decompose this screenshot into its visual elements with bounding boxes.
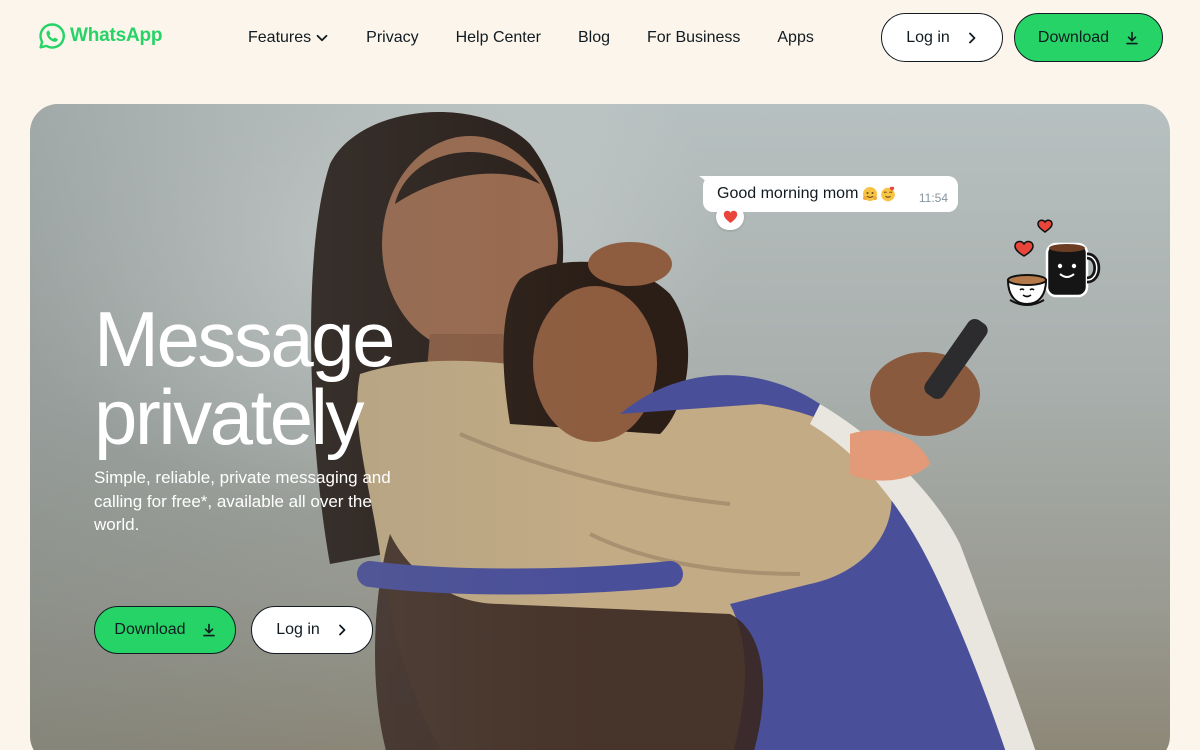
nav-item-label: Privacy xyxy=(366,29,419,46)
download-label: Download xyxy=(114,621,186,638)
download-icon xyxy=(202,623,215,637)
nav-item-label: Features xyxy=(248,29,312,46)
chat-message: Good morning mom xyxy=(717,185,859,202)
chevron-right-icon xyxy=(968,32,976,43)
nav-item-label: Blog xyxy=(577,29,610,46)
site-header: WhatsApp Features Privacy Help Center Bl… xyxy=(0,0,1200,75)
chat-reaction xyxy=(716,204,744,230)
download-label: Download xyxy=(1037,28,1110,46)
nav-item-privacy[interactable]: Privacy xyxy=(366,29,418,47)
chevron-right-icon xyxy=(338,624,346,636)
heart-face-emoji-icon xyxy=(881,186,896,202)
whatsapp-logo-icon xyxy=(39,23,65,49)
chat-emoji-group xyxy=(862,186,896,202)
hero-login-button[interactable]: Log in xyxy=(251,606,373,654)
login-label: Log in xyxy=(276,621,320,638)
nav-item-features[interactable]: Features xyxy=(248,29,329,47)
nav-item-help-center[interactable]: Help Center xyxy=(456,29,541,47)
header-download-button[interactable]: Download xyxy=(1014,13,1163,62)
chat-bubble: Good morning mom 11:54 xyxy=(703,176,958,212)
nav-item-label: Apps xyxy=(777,29,814,46)
whatsapp-logo[interactable]: WhatsApp xyxy=(38,22,163,50)
logo-text: WhatsApp xyxy=(70,25,163,46)
heart-icon xyxy=(723,210,737,223)
chevron-down-icon xyxy=(316,34,328,42)
hero-title-line2: privately xyxy=(94,373,364,461)
coffee-cups-sticker xyxy=(1006,219,1101,306)
hero-title-line1: Message xyxy=(94,295,396,383)
nav-item-label: Help Center xyxy=(455,29,541,46)
header-login-button[interactable]: Log in xyxy=(881,13,1003,62)
hero-title: Message privately xyxy=(94,300,514,456)
nav-item-label: For Business xyxy=(647,29,741,46)
download-icon xyxy=(1126,31,1138,44)
nav-item-apps[interactable]: Apps xyxy=(777,29,813,47)
login-label: Log in xyxy=(906,28,950,46)
nav-item-blog[interactable]: Blog xyxy=(578,29,610,47)
hero-subtitle: Simple, reliable, private messaging and … xyxy=(94,468,391,534)
main-nav: Features Privacy Help Center Blog For Bu… xyxy=(248,27,814,49)
chat-time: 11:54 xyxy=(918,191,948,205)
hugging-face-emoji-icon xyxy=(863,187,878,201)
hero-download-button[interactable]: Download xyxy=(94,606,236,654)
nav-item-for-business[interactable]: For Business xyxy=(647,29,740,47)
hero-section: Good morning mom 11:54 Message privately… xyxy=(30,104,1170,750)
